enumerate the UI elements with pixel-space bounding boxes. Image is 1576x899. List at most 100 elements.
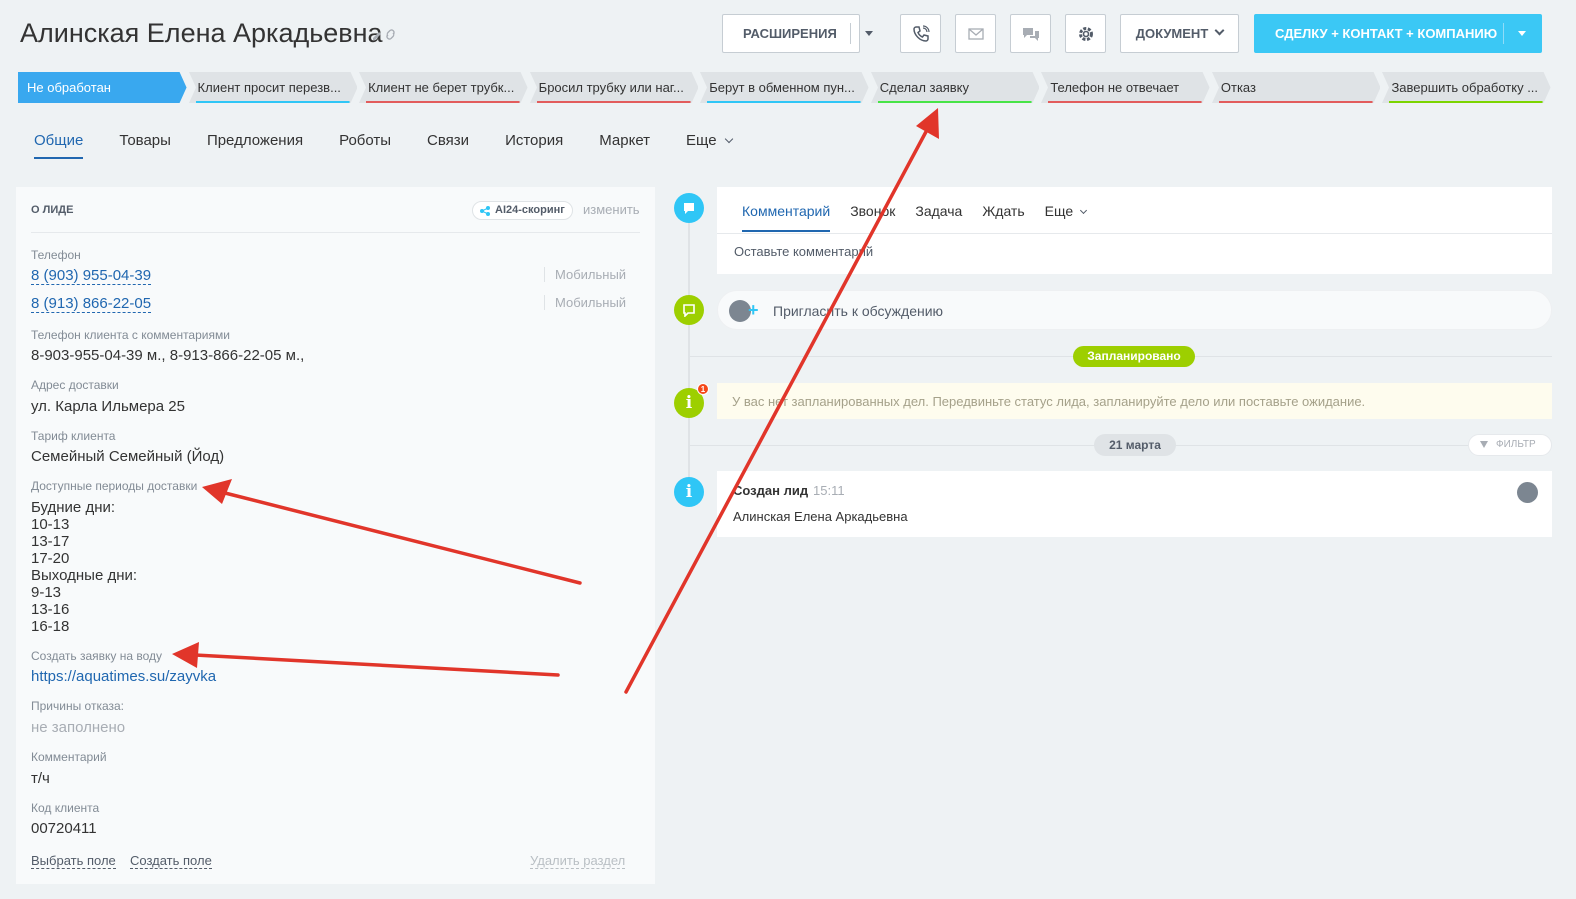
delivery-periods-value: Будние дни: 10-13 13-17 17-20 Выходные д… [31,499,138,635]
title-edit-icons[interactable] [372,28,396,43]
stage-item[interactable]: Клиент не берет трубк... [359,72,528,103]
notification-count-badge: 1 [697,383,709,395]
comment-input[interactable]: Оставьте комментарий [734,244,873,259]
event-lead-name: Алинская Елена Аркадьевна [733,509,908,524]
stage-label: Сделал заявку [879,80,970,95]
date-badge: 21 марта [1094,434,1176,456]
reasons-label: Причины отказа: [31,699,125,713]
select-field-link[interactable]: Выбрать поле [31,853,116,869]
chat-icon [1022,27,1039,41]
reasons-value: не заполнено [31,719,126,736]
info-icon: i [674,477,704,507]
tab-offers[interactable]: Предложения [207,132,303,159]
divider [31,232,640,233]
stage-label: Телефон не отвечает [1050,80,1180,95]
stage-label: Берут в обменном пун... [709,80,855,95]
stage-item[interactable]: Отказ [1211,72,1381,103]
section-heading: О ЛИДЕ [31,204,74,216]
phone-comments-value: 8-903-955-04-39 м., 8-913-866-22-05 м., [31,347,305,364]
chevron-down-icon [1214,25,1225,36]
phone-comments-label: Телефон клиента с комментариями [31,328,230,342]
stage-bar: Не обработан Клиент просит перезв... Клиен… [18,72,1553,103]
gear-icon [1078,26,1093,41]
tab-robots[interactable]: Роботы [339,132,391,159]
water-order-link[interactable]: https://aquatimes.su/zayvka [31,668,216,685]
convert-button[interactable]: СДЕЛКУ + КОНТАКТ + КОМПАНИЮ [1254,14,1542,53]
chat-icon [674,295,704,325]
tab-more-actions[interactable]: Еще [1045,203,1088,232]
tab-wait[interactable]: Ждать [982,203,1024,232]
stage-item[interactable]: Сделал заявку [870,72,1040,103]
lead-info-panel: О ЛИДЕ AI24-скоринг изменить Телефон 8 (… [16,187,655,884]
tab-more[interactable]: Еще [686,132,733,159]
pencil-link-icon [373,29,395,40]
stage-item[interactable]: Не обработан [18,72,187,103]
user-avatar-icon[interactable] [1517,482,1538,503]
event-time: 15:11 [813,483,845,498]
stage-label: Отказ [1220,80,1256,95]
address-label: Адрес доставки [31,378,119,392]
filter-icon [1480,441,1488,448]
client-code-label: Код клиента [31,801,100,815]
phone-type: Мобильный [544,267,626,282]
delete-section-link[interactable]: Удалить раздел [530,853,626,869]
delivery-periods-label: Доступные периоды доставки [31,479,198,493]
stage-item[interactable]: Клиент просит перезв... [188,72,358,103]
tab-comment[interactable]: Комментарий [742,203,831,232]
planned-badge: Запланировано [1073,346,1195,367]
share-icon [480,206,490,216]
invite-discussion-button[interactable]: + Пригласить к обсуждению [717,290,1552,330]
phone-link[interactable]: 8 (913) 866-22-05 [31,295,152,313]
no-activities-notice: У вас нет запланированных дел. Передвинь… [717,383,1552,419]
stage-label: Клиент просит перезв... [197,80,341,95]
chevron-down-icon [1518,31,1526,36]
address-value: ул. Карла Ильмера 25 [31,398,185,415]
tab-call[interactable]: Звонок [850,203,895,232]
comment-icon [674,193,704,223]
chat-button[interactable] [1010,14,1051,53]
comment-composer: Комментарий Звонок Задача Ждать Еще Оста… [717,187,1552,274]
page-title: Алинская Елена Аркадьевна [20,18,383,48]
tab-history[interactable]: История [505,132,563,159]
tab-market[interactable]: Маркет [599,132,650,159]
water-order-label: Создать заявку на воду [31,649,162,663]
call-button[interactable] [900,14,941,53]
change-link[interactable]: изменить [583,202,640,217]
stage-item[interactable]: Берут в обменном пун... [700,72,869,103]
plus-icon: + [748,300,759,320]
phone-label: Телефон [31,248,81,262]
tariff-value: Семейный Семейный (Йод) [31,448,225,465]
stage-label: Не обработан [27,80,111,95]
extensions-button[interactable]: РАСШИРЕНИЯ [722,14,873,53]
client-code-value: 00720411 [31,820,97,837]
event-title: Создан лид [733,483,809,498]
create-field-link[interactable]: Создать поле [130,853,212,869]
phone-icon [912,24,930,42]
tab-task[interactable]: Задача [915,203,962,232]
filter-button[interactable]: ФИЛЬТР [1468,434,1552,456]
chevron-down-icon [724,134,733,144]
annotation-arrowhead [916,108,939,139]
stage-item[interactable]: Завершить обработку ... [1382,72,1551,103]
comment-label: Комментарий [31,750,107,764]
stage-item[interactable]: Бросил трубку или наг... [529,72,699,103]
timeline-line [688,208,690,498]
stage-label: Завершить обработку ... [1391,80,1539,95]
chevron-down-icon [865,31,873,36]
settings-button[interactable] [1065,14,1106,53]
tariff-label: Тариф клиента [31,429,116,443]
stage-label: Клиент не берет трубк... [368,80,515,95]
email-button[interactable] [955,14,996,53]
phone-link[interactable]: 8 (903) 955-04-39 [31,267,152,285]
document-button[interactable]: ДОКУМЕНТ [1120,14,1239,53]
tab-general[interactable]: Общие [34,132,84,159]
tab-products[interactable]: Товары [119,132,171,159]
tab-bar: Общие Товары Предложения Роботы Связи Ис… [34,132,768,159]
stage-label: Бросил трубку или наг... [538,80,684,95]
timeline-event: Создан лид 15:11 Алинская Елена Аркадьев… [717,471,1552,537]
stage-item[interactable]: Телефон не отвечает [1041,72,1210,103]
tab-links[interactable]: Связи [427,132,469,159]
ai-scoring-badge[interactable]: AI24-скоринг [472,201,573,220]
comment-value: т/ч [31,770,50,787]
chevron-down-icon [1080,206,1088,215]
